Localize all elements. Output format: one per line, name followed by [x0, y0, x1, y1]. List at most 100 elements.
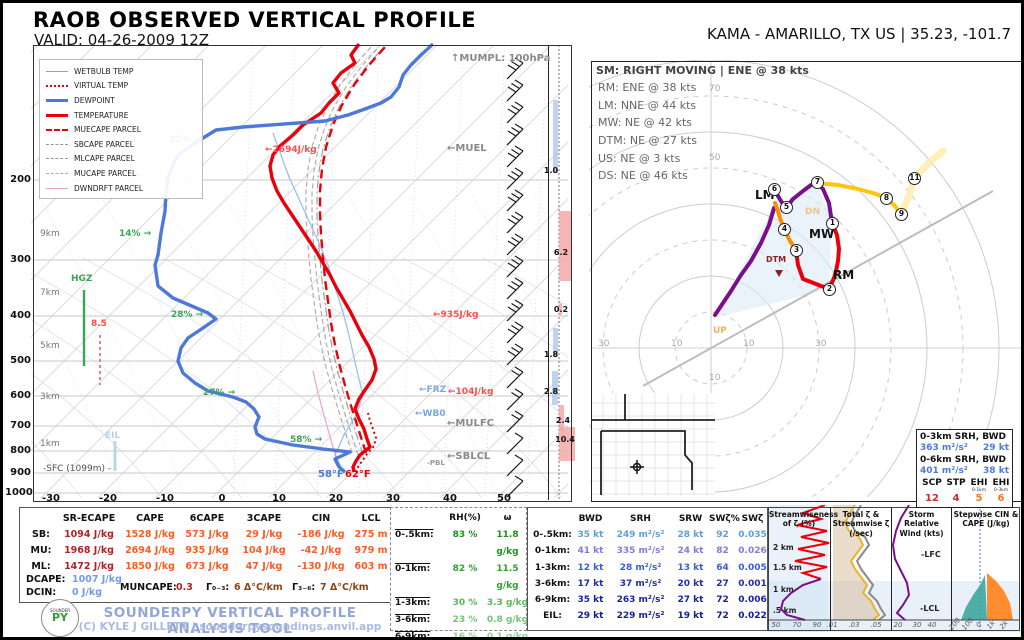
table-cell: SR-ECAPE: [56, 511, 122, 527]
table-cell: RH(%): [445, 510, 485, 527]
legend-item: VIRTUAL TEMP: [46, 79, 198, 94]
panel-tick: .03: [844, 621, 864, 629]
cape-2694-annotation: ←2694J/kg: [265, 145, 317, 155]
side-value: 2.8: [539, 387, 563, 396]
table-cell: 23 %: [445, 612, 485, 629]
muecape-line-sample-icon: [46, 129, 68, 131]
stp-value: 4: [944, 493, 968, 504]
hgz-value-annotation: 8.5: [91, 319, 107, 329]
table-cell: 0-1km:: [528, 543, 572, 559]
scp-header: SCP: [920, 478, 944, 488]
temp-axis-tick: 10: [262, 493, 296, 504]
table-cell: 1094 J/kg: [56, 527, 122, 543]
mlcape-line-sample-icon: [46, 158, 68, 159]
table-cell: 11.8 g/kg: [485, 527, 530, 561]
pressure-label: 300: [5, 254, 31, 265]
ring-label: 30: [815, 339, 826, 349]
table-cell: 64: [709, 560, 736, 576]
panel1-km-label: 2 km: [773, 543, 794, 552]
table-cell: [20, 511, 56, 527]
height-marker: 2: [823, 283, 836, 296]
table-cell: 3CAPE: [236, 511, 292, 527]
panel-tick: 70: [787, 621, 807, 629]
table-cell: 0.006: [736, 592, 769, 608]
muel-annotation: ←MUEL: [447, 143, 487, 154]
rh-58-annotation: 58% →: [290, 435, 322, 445]
eil-annotation: EIL: [105, 431, 120, 441]
rh-28-annotation: 28% →: [171, 310, 203, 320]
sounderpy-logo: SOUNDER PY: [41, 599, 79, 637]
frz-annotation: ←FRZ: [419, 385, 446, 395]
pressure-label: 800: [5, 445, 31, 456]
srh-0-3-value: 363 m²/s²: [920, 443, 968, 453]
table-cell: 35 kt: [572, 527, 609, 543]
table-cell: [528, 511, 572, 527]
pressure-label: 500: [5, 355, 31, 366]
dcape-label: DCAPE:: [26, 574, 65, 585]
wb0-annotation: ←WB0: [415, 409, 446, 419]
ring-label: 30: [598, 339, 609, 349]
panel1-title: Streamwiseness of ζ (%): [769, 510, 829, 529]
surface-label: -SFC (1099m) -: [43, 464, 111, 474]
panel4-title: Stepwise CIN & CAPE (J/kg): [953, 510, 1019, 529]
table-cell: 82: [709, 543, 736, 559]
gamma-0-3-value: 6 Δ°C/km: [234, 582, 283, 593]
side-value: 10.4: [553, 435, 577, 444]
panel1-km-label: .5 km: [773, 606, 796, 615]
table-cell: 35 kt: [572, 592, 609, 608]
table-cell: 1968 J/kg: [56, 543, 122, 559]
skewt-side-divider: [548, 45, 549, 500]
height-label: 7km: [40, 288, 60, 298]
ehi1-value: 5: [968, 493, 990, 504]
height-label: 5km: [40, 341, 60, 351]
ring-label: 70: [709, 84, 720, 94]
panel3-title: Storm Relative Wind (kts): [893, 510, 950, 538]
muncape-label: MUNCAPE:: [120, 582, 177, 593]
pressure-label: 1000: [5, 487, 31, 498]
table-cell: SB:: [20, 527, 56, 543]
dcape-value: 1007 J/kg: [72, 574, 122, 585]
srh-0-3-header: 0-3km SRH, BWD: [920, 432, 1009, 442]
temp-axis-tick: -30: [34, 493, 68, 504]
scp-value: 12: [920, 493, 944, 504]
ring-label: 50: [709, 153, 720, 163]
up-label: UP: [713, 326, 727, 336]
table-cell: 28 kt: [672, 527, 709, 543]
sblcl-annotation: ←SBLCL: [447, 451, 490, 462]
side-value: 0.2: [549, 305, 573, 314]
sbcape-line-sample-icon: [46, 144, 68, 145]
table-cell: ω: [485, 510, 530, 527]
storm-mover-dtm: DTM: NE @ 27 kts: [598, 134, 697, 147]
srh-0-6-value: 401 m²/s²: [920, 466, 968, 476]
height-marker: 11: [908, 172, 921, 185]
table-cell: CAPE: [122, 511, 178, 527]
table-cell: 335 m²/s²: [609, 543, 672, 559]
side-value: 2.4: [551, 416, 575, 425]
panel-tick: 20: [888, 621, 908, 629]
pressure-label: 900: [5, 467, 31, 478]
table-cell: 92: [709, 527, 736, 543]
pressure-label: 400: [5, 310, 31, 321]
srh-0-6-header: 0-6km SRH, BWD: [920, 455, 1009, 465]
table-cell: SRW: [672, 511, 709, 527]
table-cell: SWζ: [736, 511, 769, 527]
pbl-annotation: -PBL: [427, 459, 445, 467]
height-marker: 1: [826, 217, 839, 230]
panel1-km-label: 1.5 km: [773, 563, 802, 572]
rh-table-box: RH(%)ω0-.5km:83 %11.8 g/kg0-1km:82 %11.5…: [390, 507, 527, 631]
table-cell: EIL:: [528, 608, 572, 624]
height-marker: 7: [811, 176, 824, 189]
table-cell: 47 J/kg: [236, 559, 292, 575]
surface-dewpoint-label: 58°F: [318, 469, 344, 480]
table-cell: 0.8 g/kg: [485, 612, 530, 629]
table-cell: 1472 J/kg: [56, 559, 122, 575]
storm-mover-lm: LM: NNE @ 44 kts: [598, 99, 696, 112]
storm-mover-ds: DS: NE @ 46 kts: [598, 169, 688, 182]
temp-axis-tick: 50: [487, 493, 521, 504]
legend-item: DEWPOINT: [46, 93, 198, 108]
wetbulb-line-sample-icon: [46, 71, 68, 72]
table-cell: 1850 J/kg: [122, 559, 178, 575]
table-cell: 29 kt: [572, 608, 609, 624]
temp-axis-tick: 40: [433, 493, 467, 504]
rh-27-annotation: 27% →: [203, 388, 235, 398]
